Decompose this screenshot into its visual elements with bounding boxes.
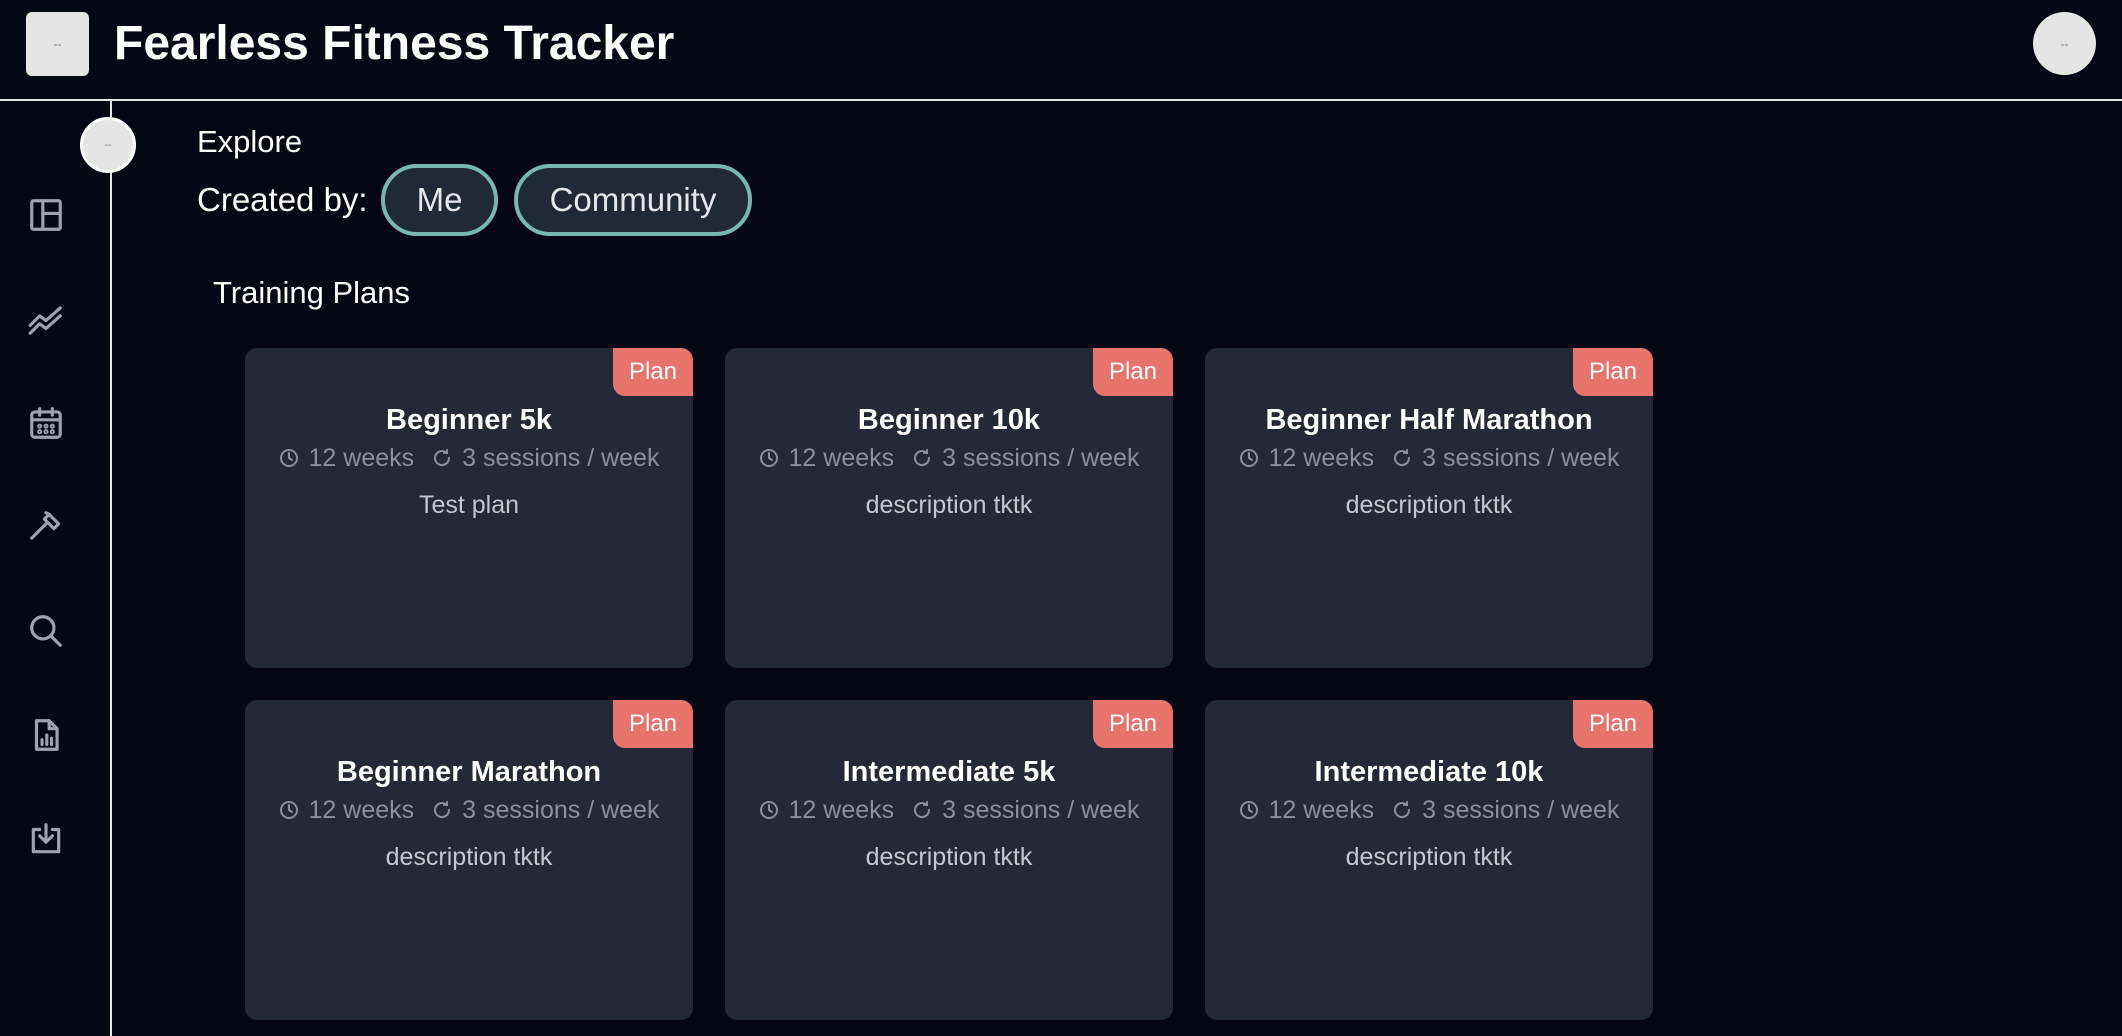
plan-frequency: 3 sessions / week [942, 795, 1140, 824]
calendar-icon [30, 407, 62, 439]
sidebar-item-builder[interactable] [22, 503, 70, 551]
plan-card[interactable]: Plan Beginner Marathon 12 weeks 3 sessio… [245, 700, 693, 1020]
clock-icon [279, 801, 298, 819]
plan-description: description tktk [385, 843, 553, 871]
plan-meta: 12 weeks 3 sessions / week [1205, 440, 1653, 476]
plan-card[interactable]: Plan Beginner 5k 12 weeks 3 sessions / w… [245, 348, 693, 668]
sidebar-collapse-button[interactable]: -- [80, 117, 136, 173]
sidebar-item-analytics[interactable] [22, 295, 70, 343]
sidebar-item-import[interactable] [22, 815, 70, 863]
repeat-icon [914, 801, 931, 819]
plan-meta: 12 weeks 3 sessions / week [1205, 792, 1653, 828]
plan-meta: 12 weeks 3 sessions / week [245, 792, 693, 828]
page-title: Explore [197, 124, 303, 159]
plan-card[interactable]: Plan Intermediate 10k 12 weeks 3 session… [1205, 700, 1653, 1020]
plan-card[interactable]: Plan Intermediate 5k 12 weeks 3 sessions… [725, 700, 1173, 1020]
plan-meta: 12 weeks 3 sessions / week [725, 792, 1173, 828]
plan-description: description tktk [1345, 843, 1513, 871]
sidebar-item-calendar[interactable] [22, 399, 70, 447]
plan-card[interactable]: Plan Beginner Half Marathon 12 weeks 3 s… [1205, 348, 1653, 668]
plan-badge: Plan [1572, 700, 1653, 748]
plan-description: description tktk [865, 843, 1033, 871]
search-icon [30, 615, 62, 647]
plan-duration: 12 weeks [308, 795, 415, 824]
plan-badge: Plan [612, 348, 693, 396]
plan-duration: 12 weeks [1268, 795, 1375, 824]
plan-badge: Plan [1092, 348, 1173, 396]
plan-frequency: 3 sessions / week [1422, 443, 1620, 472]
plan-badge: Plan [612, 700, 693, 748]
filter-community-button[interactable]: Community [514, 164, 752, 236]
plan-meta: 12 weeks 3 sessions / week [725, 440, 1173, 476]
clock-icon [279, 449, 298, 467]
plan-description: Test plan [418, 491, 520, 519]
repeat-icon [914, 449, 931, 467]
plan-frequency: 3 sessions / week [462, 443, 660, 472]
plan-badge: Plan [1092, 700, 1173, 748]
plan-duration: 12 weeks [1268, 443, 1375, 472]
hammer-icon [30, 511, 61, 540]
plan-title: Intermediate 5k [842, 756, 1056, 788]
plan-title: Beginner 5k [386, 404, 552, 436]
plan-meta: 12 weeks 3 sessions / week [245, 440, 693, 476]
plan-title: Beginner 10k [857, 404, 1041, 436]
clock-icon [1239, 449, 1258, 467]
plan-title: Beginner Marathon [336, 756, 602, 788]
plan-duration: 12 weeks [308, 443, 415, 472]
plan-frequency: 3 sessions / week [462, 795, 660, 824]
plan-duration: 12 weeks [788, 443, 895, 472]
repeat-icon [434, 449, 451, 467]
avatar-button[interactable]: -- [2033, 12, 2096, 75]
filter-me-button[interactable]: Me [381, 164, 498, 236]
sidebar-item-dashboard[interactable] [22, 191, 70, 239]
menu-button[interactable]: -- [26, 12, 89, 76]
plan-duration: 12 weeks [788, 795, 895, 824]
section-title: Training Plans [213, 275, 411, 310]
plan-card[interactable]: Plan Beginner 10k 12 weeks 3 sessions / … [725, 348, 1173, 668]
plan-description: description tktk [865, 491, 1033, 519]
trend-chart-icon [28, 306, 62, 335]
sidebar-item-search[interactable] [22, 607, 70, 655]
plan-description: description tktk [1345, 491, 1513, 519]
clock-icon [759, 801, 778, 819]
download-icon [31, 823, 61, 854]
plan-title: Beginner Half Marathon [1265, 404, 1593, 436]
repeat-icon [434, 801, 451, 819]
clock-icon [759, 449, 778, 467]
sidebar: -- [0, 101, 136, 1036]
app-title: Fearless Fitness Tracker [114, 17, 675, 70]
app-header: -- Fearless Fitness Tracker -- [0, 0, 2122, 101]
layout-icon [30, 199, 62, 231]
sidebar-item-reports[interactable] [22, 711, 70, 759]
clock-icon [1239, 801, 1258, 819]
report-file-icon [34, 719, 59, 751]
plan-frequency: 3 sessions / week [1422, 795, 1620, 824]
plan-frequency: 3 sessions / week [942, 443, 1140, 472]
plan-title: Intermediate 10k [1314, 756, 1544, 788]
created-by-label: Created by: [197, 181, 368, 218]
plan-badge: Plan [1572, 348, 1653, 396]
repeat-icon [1394, 801, 1411, 819]
repeat-icon [1394, 449, 1411, 467]
